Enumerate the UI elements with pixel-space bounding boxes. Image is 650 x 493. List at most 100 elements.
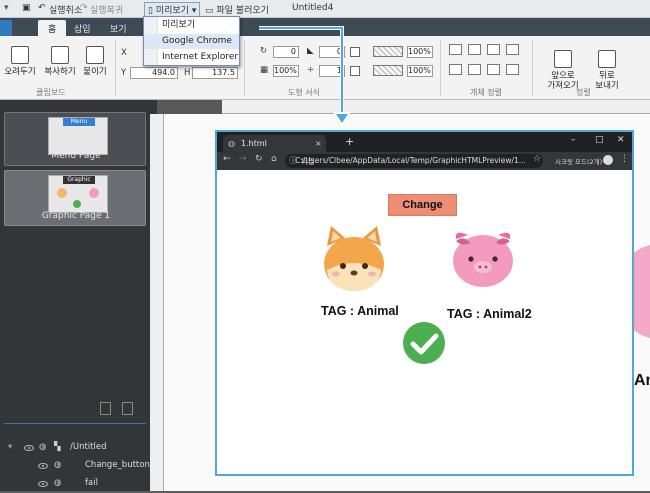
page-thumbnail-menu[interactable]: Menu Menu Page xyxy=(4,112,146,166)
h-field[interactable]: 137.5 xyxy=(192,67,238,79)
eye-icon[interactable] xyxy=(38,463,48,469)
browser-preview-window: ◍ 1.html × + – □ ✕ ← → ↻ ⌂ ⓘ 파일 ☆ 시크릿 모드… xyxy=(215,130,634,476)
browser-tab[interactable]: ◍ 1.html × xyxy=(223,135,326,152)
file-tab[interactable] xyxy=(0,20,12,36)
tag-label-animal2: TAG : Animal2 xyxy=(447,307,532,321)
fill-color-swatch[interactable] xyxy=(350,47,360,57)
corner-icon[interactable]: ◣ xyxy=(307,46,314,56)
divider xyxy=(244,40,245,96)
page-preview-image: Graphic xyxy=(48,175,108,213)
scale-field[interactable]: 100% xyxy=(273,65,299,77)
y-field[interactable]: 494.0 xyxy=(130,67,178,79)
distribute-h-icon[interactable] xyxy=(506,44,519,55)
align-left-icon[interactable] xyxy=(449,44,462,55)
align-right-icon[interactable] xyxy=(487,44,500,55)
menu-item-preview[interactable]: 미리보기 xyxy=(144,18,239,33)
collapse-icon[interactable]: ▾ xyxy=(8,442,12,452)
add-page-icon[interactable] xyxy=(100,402,111,415)
document-title: Untitled4 xyxy=(292,3,334,13)
cut-icon xyxy=(11,46,29,64)
bring-forward-button[interactable]: 앞으로 가져오기 xyxy=(543,40,583,91)
menu-item-ie[interactable]: Internet Explorer xyxy=(144,50,239,65)
undo-button[interactable]: 실행취소 xyxy=(49,3,82,16)
close-tab-icon[interactable]: × xyxy=(315,135,322,152)
rotate-field[interactable]: 0 xyxy=(273,46,299,58)
preview-button[interactable]: ▯ 미리보기 ▾ xyxy=(144,2,201,17)
save-icon[interactable]: ▣ xyxy=(22,3,31,13)
eye-icon[interactable] xyxy=(24,445,34,451)
tab-home[interactable]: 홈 xyxy=(38,20,67,36)
divider xyxy=(532,40,533,96)
page-thumbnail-graphic[interactable]: Graphic Graphic Page 1 xyxy=(4,170,146,226)
pattern-icon[interactable]: ▦ xyxy=(260,65,268,75)
align-center-icon[interactable] xyxy=(468,44,481,55)
dog-icon[interactable] xyxy=(321,224,387,294)
bring-forward-label: 앞으로 가져오기 xyxy=(547,71,579,91)
align-top-icon[interactable] xyxy=(449,64,462,75)
distribute-v-icon[interactable] xyxy=(506,64,519,75)
tree-item-label: Change_button xyxy=(85,460,150,470)
file-open-label: 파일 불러오기 xyxy=(216,6,269,16)
menu-item-chrome[interactable]: Google Chrome xyxy=(144,34,239,49)
divider xyxy=(115,40,116,96)
paste-button[interactable]: 붙이기 xyxy=(81,46,109,77)
fill-pattern-picker[interactable] xyxy=(373,46,403,57)
divider xyxy=(4,423,146,424)
tab-view[interactable]: 보기 xyxy=(100,20,137,36)
forward-icon[interactable]: → xyxy=(239,154,247,164)
tree-row[interactable]: ◍ Change_button xyxy=(0,458,157,475)
redo-button[interactable]: 실행복귀 xyxy=(90,3,123,16)
change-button[interactable]: Change xyxy=(388,194,457,216)
tree-row[interactable]: ◍ fail xyxy=(0,476,157,493)
incognito-label: 시크릿 모드(2개) xyxy=(555,158,603,166)
star-icon[interactable]: ☆ xyxy=(533,154,541,164)
tab-insert[interactable]: 삽입 xyxy=(64,20,101,36)
minimize-icon[interactable]: – xyxy=(571,135,576,145)
send-backward-label: 뒤로 보내기 xyxy=(595,71,619,91)
copy-label: 복사하기 xyxy=(44,67,76,77)
menu-dots-icon[interactable]: ⋮ xyxy=(620,154,629,164)
undo-icon[interactable]: ↶ xyxy=(38,3,46,13)
line-pattern-picker[interactable] xyxy=(373,65,403,76)
align-middle-icon[interactable] xyxy=(468,64,481,75)
cut-button[interactable]: 오려두기 xyxy=(4,46,36,77)
dog-icon xyxy=(57,188,67,198)
lock-icon[interactable]: ◍ xyxy=(54,460,61,470)
eye-icon[interactable] xyxy=(38,481,48,487)
back-icon[interactable]: ← xyxy=(223,154,231,164)
rotate-icon[interactable]: ↻ xyxy=(260,46,267,56)
file-open-button[interactable]: ▭ 파일 불러오기 xyxy=(205,3,269,16)
pig-icon[interactable] xyxy=(450,229,516,289)
align-bottom-icon[interactable] xyxy=(487,64,500,75)
spacing-icon[interactable]: ÷ xyxy=(307,65,314,75)
y-label: Y xyxy=(121,68,127,78)
page-preview-image: Menu xyxy=(48,117,108,155)
send-backward-button[interactable]: 뒤로 보내기 xyxy=(588,40,626,91)
lock-icon[interactable]: ◍ xyxy=(54,478,61,488)
line-opacity-field[interactable]: 100% xyxy=(407,65,433,77)
vertical-ruler xyxy=(150,114,164,491)
incognito-avatar-icon[interactable] xyxy=(603,155,613,165)
send-backward-icon xyxy=(598,50,616,68)
copy-button[interactable]: 복사하기 xyxy=(42,46,78,77)
lock-icon[interactable]: ◍ xyxy=(39,442,46,452)
redo-icon[interactable]: ↷ xyxy=(80,3,88,13)
thumb-title: Menu xyxy=(63,118,95,126)
app-menu-icon[interactable]: ▾ xyxy=(4,3,9,13)
check-icon[interactable] xyxy=(402,321,446,365)
delete-page-icon[interactable] xyxy=(122,402,133,415)
line-color-swatch[interactable] xyxy=(350,66,360,76)
clipboard-group-label: 클립보드 xyxy=(36,88,66,97)
close-window-icon[interactable]: ✕ xyxy=(617,135,625,145)
ribbon: 오려두기 복사하기 붙이기 클립보드 X Y 494.0 H 137.5 ↻ 0… xyxy=(0,36,650,100)
fill-opacity-field[interactable]: 100% xyxy=(407,46,433,58)
maximize-icon[interactable]: □ xyxy=(595,135,604,145)
home-icon[interactable]: ⌂ xyxy=(271,154,277,164)
reload-icon[interactable]: ↻ xyxy=(255,154,263,164)
new-tab-button[interactable]: + xyxy=(345,135,354,148)
arrange-group-label: 정렬 xyxy=(576,88,591,97)
tree-row[interactable]: ▾ ◍ ▚ /Untitled xyxy=(0,440,157,457)
h-label: H xyxy=(184,68,191,78)
group-icon: ▚ xyxy=(54,442,61,452)
page-panel: Menu Menu Page Graphic Graphic Page 1 ▾ … xyxy=(0,100,157,491)
